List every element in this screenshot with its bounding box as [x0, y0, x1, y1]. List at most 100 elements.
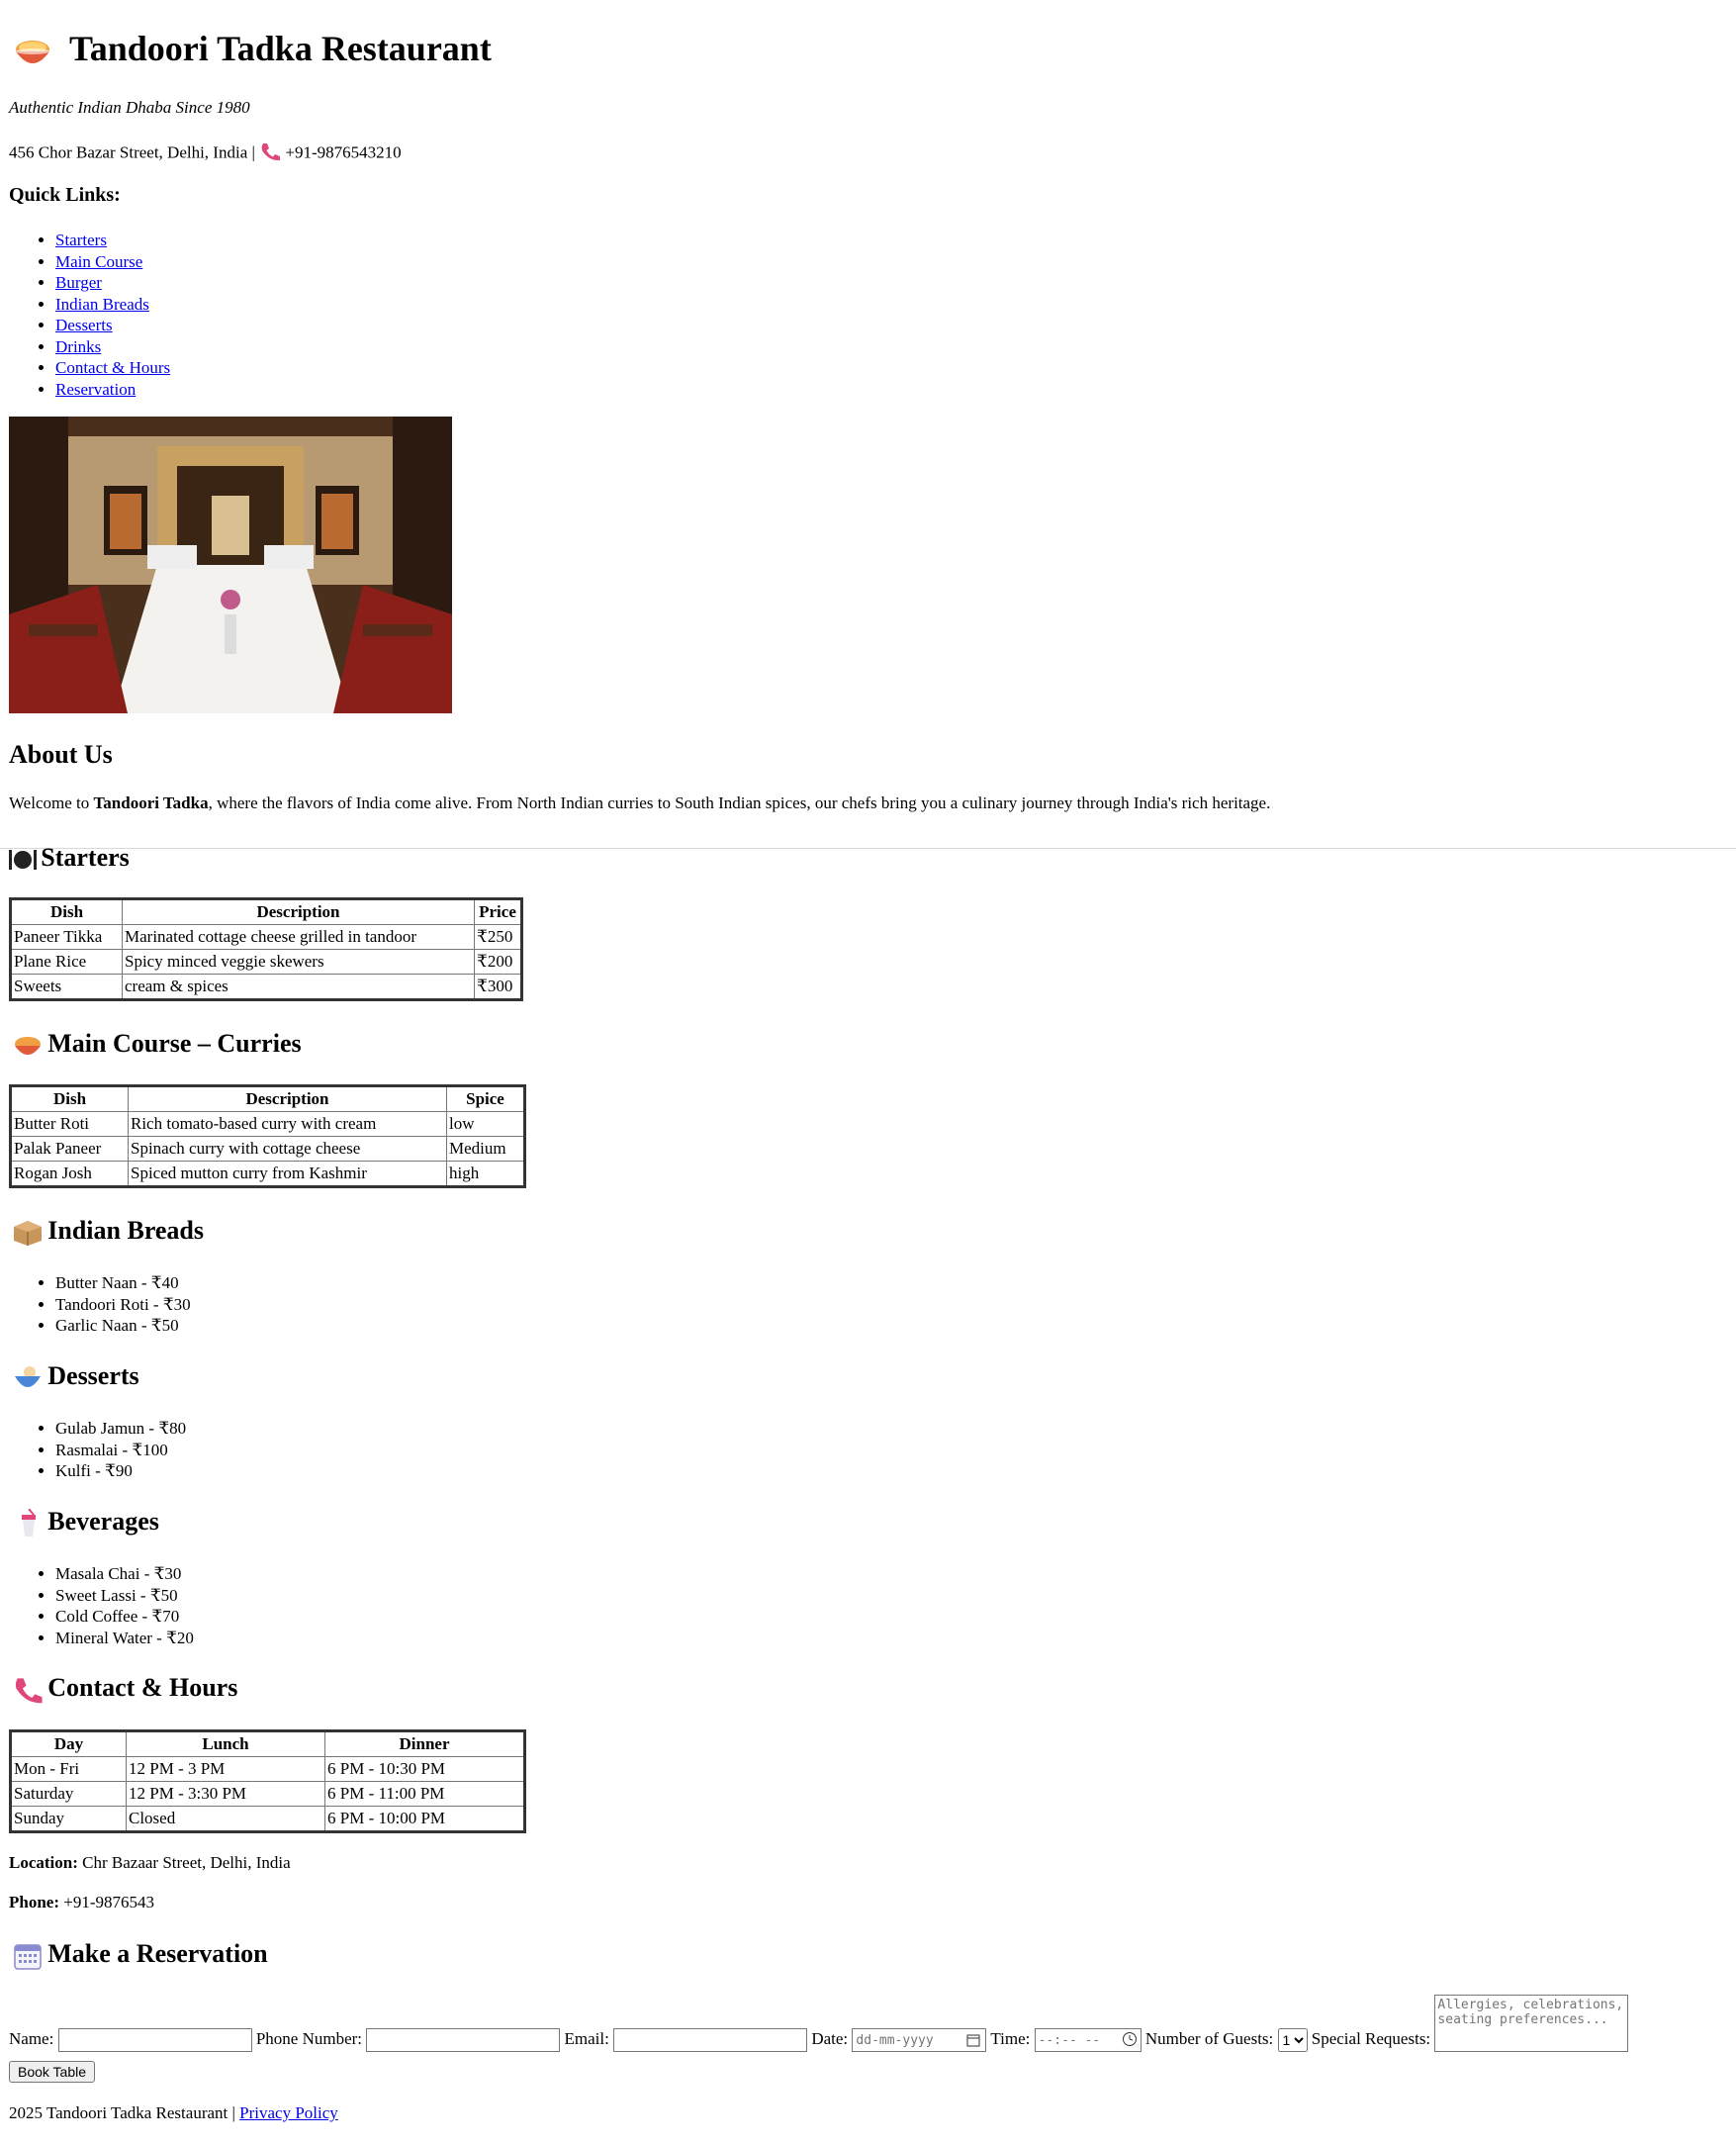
quick-link-item: Reservation	[55, 379, 170, 401]
footer-text: 2025 Tandoori Tadka Restaurant |	[9, 2103, 235, 2122]
cell: low	[446, 1111, 525, 1137]
table-header-row: Dish Description Spice	[10, 1085, 525, 1112]
name-input[interactable]	[57, 2028, 252, 2052]
cell: Butter Roti	[10, 1111, 129, 1137]
calendar-icon	[12, 1941, 44, 1976]
privacy-policy-link[interactable]: Privacy Policy	[239, 2103, 338, 2122]
contact-heading: Contact & Hours	[47, 1673, 238, 1702]
link-contact-hours[interactable]: Contact & Hours	[55, 358, 170, 377]
tagline: Authentic Indian Dhaba Since 1980	[9, 98, 250, 117]
main-course-heading-row: Main Course – Curries	[12, 1029, 302, 1065]
cell: 12 PM - 3 PM	[126, 1756, 325, 1782]
col-spice: Spice	[446, 1085, 525, 1112]
guests-label: Number of Guests:	[1144, 2028, 1274, 2048]
list-item: Garlic Naan - ₹50	[55, 1315, 191, 1337]
cell: 6 PM - 10:00 PM	[324, 1806, 525, 1832]
link-main-course[interactable]: Main Course	[55, 252, 142, 271]
phone-label: Phone:	[9, 1893, 59, 1911]
table-row: Butter Roti Rich tomato-based curry with…	[10, 1111, 525, 1137]
table-row: Sweets cream & spices ₹300	[10, 974, 522, 1000]
phone-icon	[12, 1675, 44, 1710]
phone-value: +91-9876543	[63, 1893, 154, 1911]
cell: 12 PM - 3:30 PM	[126, 1781, 325, 1807]
reservation-heading-row: Make a Reservation	[12, 1939, 268, 1976]
table-row: Plane Rice Spicy minced veggie skewers ₹…	[10, 949, 522, 975]
curry-bowl-icon	[12, 32, 53, 71]
cell: Sweets	[10, 974, 123, 1000]
section-divider	[0, 848, 1736, 849]
breads-list: Butter Naan - ₹40 Tandoori Roti - ₹30 Ga…	[10, 1272, 191, 1337]
cell: cream & spices	[122, 974, 475, 1000]
list-item: Masala Chai - ₹30	[55, 1563, 194, 1585]
quick-link-item: Starters	[55, 230, 170, 251]
cell: Rogan Josh	[10, 1161, 129, 1187]
footer: 2025 Tandoori Tadka Restaurant | Privacy…	[9, 2103, 338, 2123]
quick-link-item: Burger	[55, 272, 170, 294]
contact-heading-row: Contact & Hours	[12, 1673, 237, 1710]
cell: Spinach curry with cottage cheese	[128, 1136, 447, 1162]
cell: Palak Paneer	[10, 1136, 129, 1162]
quick-link-item: Indian Breads	[55, 294, 170, 316]
guests-select[interactable]: 1	[1277, 2028, 1308, 2052]
phone-line: Phone: +91-9876543	[9, 1893, 154, 1912]
cell: high	[446, 1161, 525, 1187]
desserts-list: Gulab Jamun - ₹80 Rasmalai - ₹100 Kulfi …	[10, 1418, 186, 1482]
reservation-form: Name: Phone Number: Email: Date: Time: N…	[9, 1995, 1629, 2052]
location-line: Location: Chr Bazaar Street, Delhi, Indi…	[9, 1853, 291, 1873]
about-prefix: Welcome to	[9, 793, 90, 812]
book-table-button[interactable]: Book Table	[9, 2061, 96, 2083]
curry-bowl-icon	[12, 1032, 44, 1065]
link-indian-breads[interactable]: Indian Breads	[55, 295, 149, 314]
col-price: Price	[474, 898, 522, 925]
about-suffix: , where the flavors of India come alive.…	[208, 793, 1271, 812]
list-item: Kulfi - ₹90	[55, 1460, 186, 1482]
restaurant-interior-image	[9, 417, 452, 713]
table-row: Saturday 12 PM - 3:30 PM 6 PM - 11:00 PM	[10, 1781, 525, 1807]
time-picker[interactable]	[1034, 2028, 1142, 2052]
link-burger[interactable]: Burger	[55, 273, 102, 292]
clock-icon[interactable]	[1122, 2031, 1138, 2052]
link-drinks[interactable]: Drinks	[55, 337, 101, 356]
dessert-bowl-icon	[12, 1364, 44, 1397]
hours-table: Day Lunch Dinner Mon - Fri 12 PM - 3 PM …	[9, 1729, 526, 1833]
quick-links-list: Starters Main Course Burger Indian Bread…	[10, 230, 170, 400]
location-value: Chr Bazaar Street, Delhi, India	[82, 1853, 291, 1872]
beverages-heading: Beverages	[47, 1507, 159, 1536]
calendar-icon[interactable]	[966, 2032, 980, 2052]
list-item: Cold Coffee - ₹70	[55, 1606, 194, 1628]
desserts-heading: Desserts	[47, 1361, 139, 1390]
table-row: Palak Paneer Spinach curry with cottage …	[10, 1136, 525, 1162]
header-phone: +91-9876543210	[285, 142, 402, 162]
list-item: Gulab Jamun - ₹80	[55, 1418, 186, 1440]
phone-number-label: Phone Number:	[255, 2028, 363, 2048]
date-label: Date:	[811, 2028, 849, 2048]
beverages-list: Masala Chai - ₹30 Sweet Lassi - ₹50 Cold…	[10, 1563, 194, 1648]
phone-number-input[interactable]	[366, 2028, 561, 2052]
col-description: Description	[128, 1085, 447, 1112]
cell: Marinated cottage cheese grilled in tand…	[122, 924, 475, 950]
cell: Paneer Tikka	[10, 924, 123, 950]
date-picker[interactable]	[852, 2028, 987, 2052]
quick-links-heading: Quick Links:	[9, 184, 121, 206]
about-restaurant-name: Tandoori Tadka	[93, 793, 209, 812]
name-label: Name:	[9, 2028, 54, 2048]
cell: Saturday	[10, 1781, 127, 1807]
breads-heading: Indian Breads	[47, 1216, 205, 1245]
quick-link-item: Main Course	[55, 251, 170, 273]
about-paragraph: Welcome to Tandoori Tadka, where the fla…	[9, 793, 1270, 813]
link-reservation[interactable]: Reservation	[55, 380, 136, 399]
special-requests-textarea[interactable]	[1434, 1995, 1629, 2052]
table-row: Mon - Fri 12 PM - 3 PM 6 PM - 10:30 PM	[10, 1756, 525, 1782]
cell: ₹250	[474, 924, 522, 950]
reservation-heading: Make a Reservation	[47, 1939, 268, 1968]
desserts-heading-row: Desserts	[12, 1361, 139, 1397]
cell: ₹300	[474, 974, 522, 1000]
email-input[interactable]	[613, 2028, 808, 2052]
link-starters[interactable]: Starters	[55, 231, 107, 249]
cell: Spicy minced veggie skewers	[122, 949, 475, 975]
table-row: Sunday Closed 6 PM - 10:00 PM	[10, 1806, 525, 1832]
package-icon	[12, 1219, 44, 1252]
link-desserts[interactable]: Desserts	[55, 316, 113, 334]
cell: ₹200	[474, 949, 522, 975]
table-row: Paneer Tikka Marinated cottage cheese gr…	[10, 924, 522, 950]
